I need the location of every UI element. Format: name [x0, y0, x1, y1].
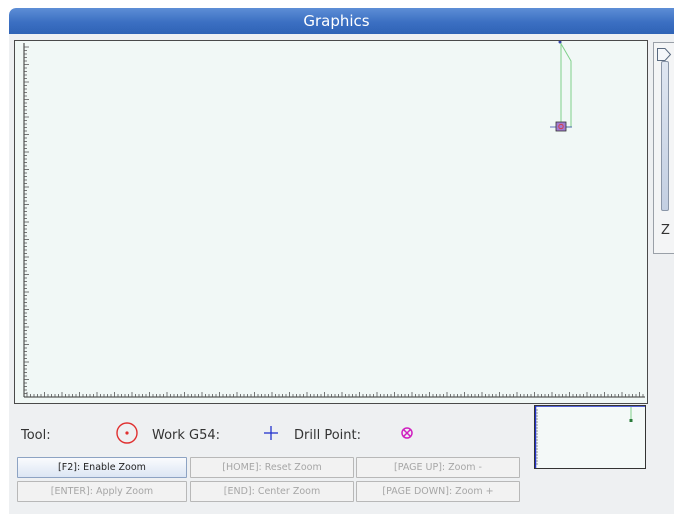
plus-icon [264, 426, 278, 440]
circle-x-icon [401, 427, 413, 439]
minimap-tool-marker [629, 419, 633, 422]
window-title: Graphics [9, 8, 674, 34]
z-axis-label: Z [661, 223, 670, 238]
reset-zoom-button[interactable]: [HOME]: Reset Zoom [190, 457, 354, 478]
tool-position-marker [555, 121, 567, 132]
z-axis-panel: Z [653, 42, 674, 254]
overview-minimap[interactable] [534, 405, 646, 469]
slider-thumb-icon[interactable] [656, 47, 672, 63]
toolpath-line [559, 41, 572, 128]
minimap-canvas [535, 406, 645, 468]
zoom-in-button[interactable]: [PAGE DOWN]: Zoom + [356, 481, 520, 502]
drill-legend-label: Drill Point: [294, 428, 361, 443]
work-legend-label: Work G54: [152, 428, 221, 443]
tool-legend-label: Tool: [21, 428, 51, 443]
graphics-panel: Graphics Z Tool: Work G54: Drill Point: … [9, 8, 674, 514]
graphics-viewport[interactable] [14, 40, 648, 404]
z-slider-track[interactable] [661, 61, 669, 211]
enable-zoom-button[interactable]: [F2]: Enable Zoom [17, 457, 187, 478]
toolpath-canvas [23, 41, 645, 398]
apply-zoom-button[interactable]: [ENTER]: Apply Zoom [17, 481, 187, 502]
circle-dot-icon [116, 422, 138, 444]
zoom-out-button[interactable]: [PAGE UP]: Zoom - [356, 457, 520, 478]
center-zoom-button[interactable]: [END]: Center Zoom [190, 481, 354, 502]
